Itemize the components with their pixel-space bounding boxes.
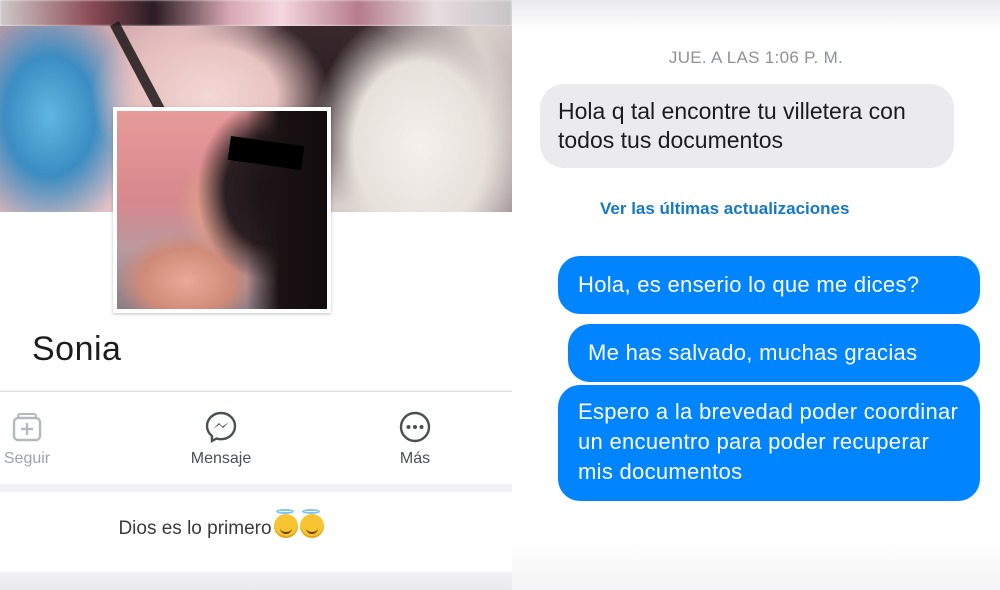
halo-emoji-icon xyxy=(273,509,298,538)
profile-panel: Sonia Seguir Mensaje Más Dios es lo prim… xyxy=(0,0,512,590)
incoming-message[interactable]: Hola q tal encontre tu villetera con tod… xyxy=(540,84,954,168)
follow-button[interactable]: Seguir xyxy=(0,410,82,468)
top-fade xyxy=(512,0,1000,30)
profile-name: Sonia xyxy=(32,330,122,368)
bio: Dios es lo primero xyxy=(0,509,442,540)
chat-timestamp: JUE. A LAS 1:06 P. M. xyxy=(668,48,844,67)
outgoing-message[interactable]: Hola, es enserio lo que me dices? xyxy=(558,256,980,314)
updates-link[interactable]: Ver las últimas actualizaciones xyxy=(600,199,849,219)
more-label: Más xyxy=(399,450,431,467)
profile-picture[interactable] xyxy=(113,107,331,313)
bottom-fade xyxy=(0,574,512,590)
message-label: Mensaje xyxy=(190,450,252,467)
message-button[interactable]: Mensaje xyxy=(166,410,276,468)
halo-emoji-icon xyxy=(299,509,324,538)
outgoing-message[interactable]: Espero a la brevedad poder coordinar un … xyxy=(558,385,980,501)
bio-text: Dios es lo primero xyxy=(118,518,272,539)
profile-actions: Seguir Mensaje Más xyxy=(0,392,512,484)
bio-card: Dios es lo primero xyxy=(0,492,512,572)
profile-photo-image xyxy=(117,111,327,309)
messenger-panel: JUE. A LAS 1:06 P. M. Hola q tal encontr… xyxy=(512,0,1000,590)
outgoing-message[interactable]: Me has salvado, muchas gracias xyxy=(568,324,980,382)
more-button[interactable]: Más xyxy=(360,410,470,468)
messenger-icon xyxy=(205,411,237,444)
blurred-header xyxy=(0,0,512,26)
bottom-fade xyxy=(512,540,1000,590)
follow-icon xyxy=(12,413,42,442)
more-icon xyxy=(399,411,431,443)
follow-label: Seguir xyxy=(3,450,51,467)
